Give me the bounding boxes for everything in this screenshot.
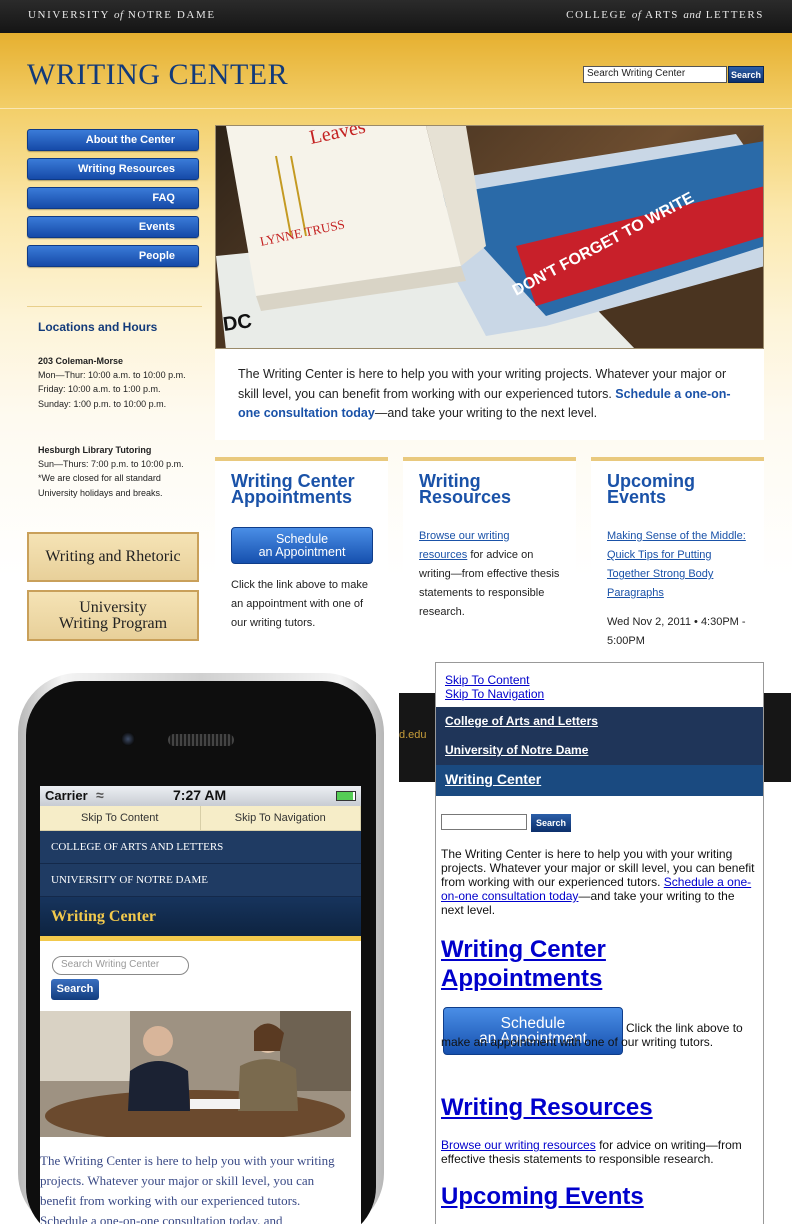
unstyled-search-input[interactable] [441,814,527,830]
skip-to-navigation[interactable]: Skip To Navigation [201,806,361,830]
appointments-heading: Writing Center Appointments [231,471,355,507]
resources-column: Writing Resources Browse our writing res… [403,457,576,677]
hours-line: Friday: 10:00 a.m. to 1:00 p.m. [38,384,161,394]
hours-line: University holidays and breaks. [38,488,163,498]
hours-line: Mon—Thur: 10:00 a.m. to 10:00 p.m. [38,370,186,380]
unstyled-appointments-heading[interactable]: Writing Center Appointments [441,936,606,992]
book-spine-letters: DC [222,310,254,336]
button-line: an Appointment [258,545,346,559]
appointments-column: Writing Center Appointments Schedule an … [215,457,388,677]
mobile-site-title[interactable]: Writing Center [40,897,361,941]
unstyled-browse-link[interactable]: Browse our writing resources [441,1138,596,1152]
writing-rhetoric-link[interactable]: Writing and Rhetoric [27,532,199,582]
battery-icon [336,791,356,801]
nav-faq[interactable]: FAQ [27,187,199,209]
camera-icon [121,732,135,746]
skip-to-content-link[interactable]: Skip To Content [445,673,530,687]
unstyled-resources-heading[interactable]: Writing Resources [441,1094,653,1121]
hero-image-books: Leaves LYNNE TRUSS DON'T FORGET TO WRITE… [216,126,763,348]
nav-events[interactable]: Events [27,216,199,238]
skip-bar: Skip To Content Skip To Navigation [40,806,361,831]
clock: 7:27 AM [173,787,227,803]
university-writing-program-link[interactable]: University Writing Program [27,590,199,641]
unstyled-appointments-text: Click the link above to make an appointm… [441,1021,743,1049]
mobile-nav-college[interactable]: COLLEGE OF ARTS AND LETTERS [40,831,361,864]
skip-to-content[interactable]: Skip To Content [40,806,201,830]
appointments-text: Click the link above to make an appointm… [231,579,368,629]
event-date: Wed Nov 2, 2011 • 4:30PM - 5:00PM [607,616,746,647]
hours-title: Locations and Hours [38,320,158,334]
nav-writing-center-link[interactable]: Writing Center [445,771,541,787]
status-bar: Carrier ≈ 7:27 AM [40,786,361,806]
iphone-screen: Carrier ≈ 7:27 AM Skip To Content Skip T… [40,786,361,1224]
mobile-nav-university[interactable]: UNIVERSITY OF NOTRE DAME [40,864,361,897]
mobile-intro-text: The Writing Center is here to help you w… [40,1153,335,1224]
events-column: Upcoming Events Making Sense of the Midd… [591,457,764,677]
events-heading: Upcoming Events [607,471,695,507]
search-input[interactable]: Search Writing Center [583,66,727,83]
college-link[interactable]: COLLEGE of ARTS and LETTERS [566,9,764,21]
skip-to-navigation-link[interactable]: Skip To Navigation [445,687,544,701]
mobile-search-input[interactable]: Search Writing Center [52,956,189,975]
nav-about[interactable]: About the Center [27,129,199,151]
tutoring-photo [40,1011,351,1137]
sidebox-line: University [79,599,147,616]
mobile-search-button[interactable]: Search [51,979,99,1000]
hours-line: Sunday: 1:00 p.m. to 10:00 p.m. [38,399,167,409]
nav-university-link[interactable]: University of Notre Dame [445,743,588,757]
university-link[interactable]: UNIVERSITY of NOTRE DAME [28,9,216,21]
speaker-grille [168,734,234,746]
resources-heading: Writing Resources [419,471,512,507]
location-name: 203 Coleman-Morse [38,356,124,366]
unstyled-page-panel: Skip To Content Skip To Navigation Colle… [435,662,764,1224]
background-url-fragment: d.edu [399,729,427,741]
book-white [226,126,461,296]
carrier-label: Carrier [45,788,88,803]
search-button[interactable]: Search [728,66,764,83]
wifi-icon: ≈ [96,787,104,803]
nav-college-link[interactable]: College of Arts and Letters [445,714,598,728]
unstyled-intro: The Writing Center is here to help you w… [441,847,759,917]
unstyled-resources: Browse our writing resources for advice … [441,1138,759,1166]
location-name: Hesburgh Library Tutoring [38,445,152,455]
unstyled-search-button[interactable]: Search [531,814,571,832]
nav-people[interactable]: People [27,245,199,267]
sidebox-line: Writing Program [58,615,168,632]
hero-image: Leaves LYNNE TRUSS DON'T FORGET TO WRITE… [215,125,764,349]
nav-writing-resources[interactable]: Writing Resources [27,158,199,180]
event-link[interactable]: Making Sense of the Middle: Quick Tips f… [607,530,746,599]
hours-line: *We are closed for all standard [38,473,161,483]
hours-line: Sun—Thurs: 7:00 p.m. to 10:00 p.m. [38,459,184,469]
schedule-appointment-button[interactable]: Schedule an Appointment [231,527,373,564]
intro-tail: —and take your writing to the next level… [374,406,598,420]
divider [27,306,202,307]
site-title[interactable]: WRITING CENTER [27,58,288,92]
top-bar: UNIVERSITY of NOTRE DAME COLLEGE of ARTS… [0,0,792,33]
intro-text: The Writing Center is here to help you w… [215,349,764,440]
unstyled-events-heading[interactable]: Upcoming Events [441,1183,644,1210]
